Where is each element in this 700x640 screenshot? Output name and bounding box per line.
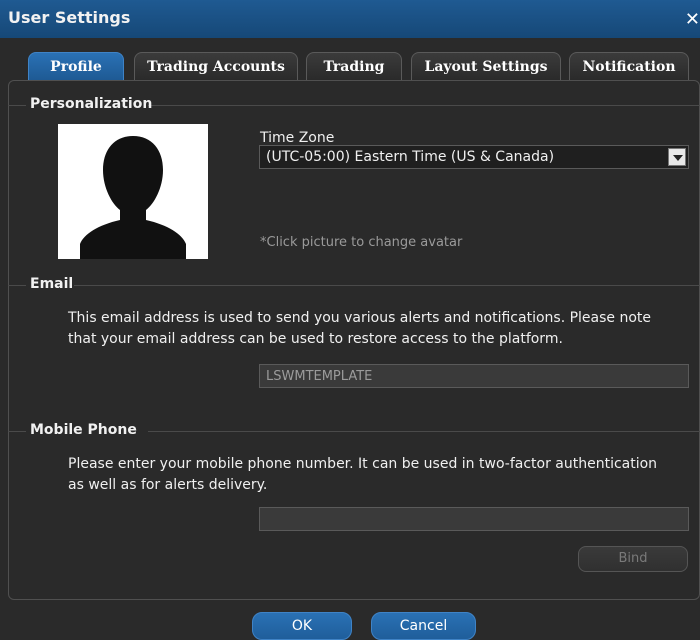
timezone-select[interactable]: (UTC-05:00) Eastern Time (US & Canada) xyxy=(259,145,689,169)
close-icon[interactable]: ✕ xyxy=(685,9,700,30)
tab-notification[interactable]: Notification xyxy=(569,52,689,80)
tab-trading-accounts[interactable]: Trading Accounts xyxy=(134,52,298,80)
section-divider xyxy=(8,431,26,432)
avatar[interactable] xyxy=(58,124,208,259)
window-titlebar: User Settings ✕ xyxy=(0,0,700,38)
cancel-button[interactable]: Cancel xyxy=(371,612,476,640)
mobile-description-line2: as well as for alerts delivery. xyxy=(68,477,268,493)
mobile-phone-heading: Mobile Phone xyxy=(30,422,137,438)
section-divider xyxy=(148,105,700,106)
tab-profile[interactable]: Profile xyxy=(28,52,124,80)
mobile-description-line1: Please enter your mobile phone number. I… xyxy=(68,456,658,472)
window-title: User Settings xyxy=(8,8,131,27)
section-divider xyxy=(74,285,700,286)
avatar-hint: *Click picture to change avatar xyxy=(260,235,463,250)
tab-trading[interactable]: Trading xyxy=(306,52,402,80)
mobile-phone-field[interactable] xyxy=(259,507,689,531)
bind-button[interactable]: Bind xyxy=(578,546,688,572)
timezone-value: (UTC-05:00) Eastern Time (US & Canada) xyxy=(266,149,555,165)
email-field[interactable] xyxy=(259,364,689,388)
email-description-line1: This email address is used to send you v… xyxy=(68,310,652,326)
chevron-down-icon[interactable] xyxy=(668,148,686,166)
tab-bar: Profile Trading Accounts Trading Layout … xyxy=(0,38,700,80)
section-divider xyxy=(8,105,26,106)
email-description-line2: that your email address can be used to r… xyxy=(68,331,563,347)
avatar-silhouette-icon xyxy=(58,124,208,259)
email-input[interactable] xyxy=(260,365,688,388)
personalization-heading: Personalization xyxy=(30,96,153,112)
section-divider xyxy=(8,285,26,286)
email-heading: Email xyxy=(30,276,74,292)
ok-button[interactable]: OK xyxy=(252,612,352,640)
section-divider xyxy=(148,431,700,432)
mobile-phone-input[interactable] xyxy=(260,508,688,531)
tab-layout-settings[interactable]: Layout Settings xyxy=(411,52,561,80)
